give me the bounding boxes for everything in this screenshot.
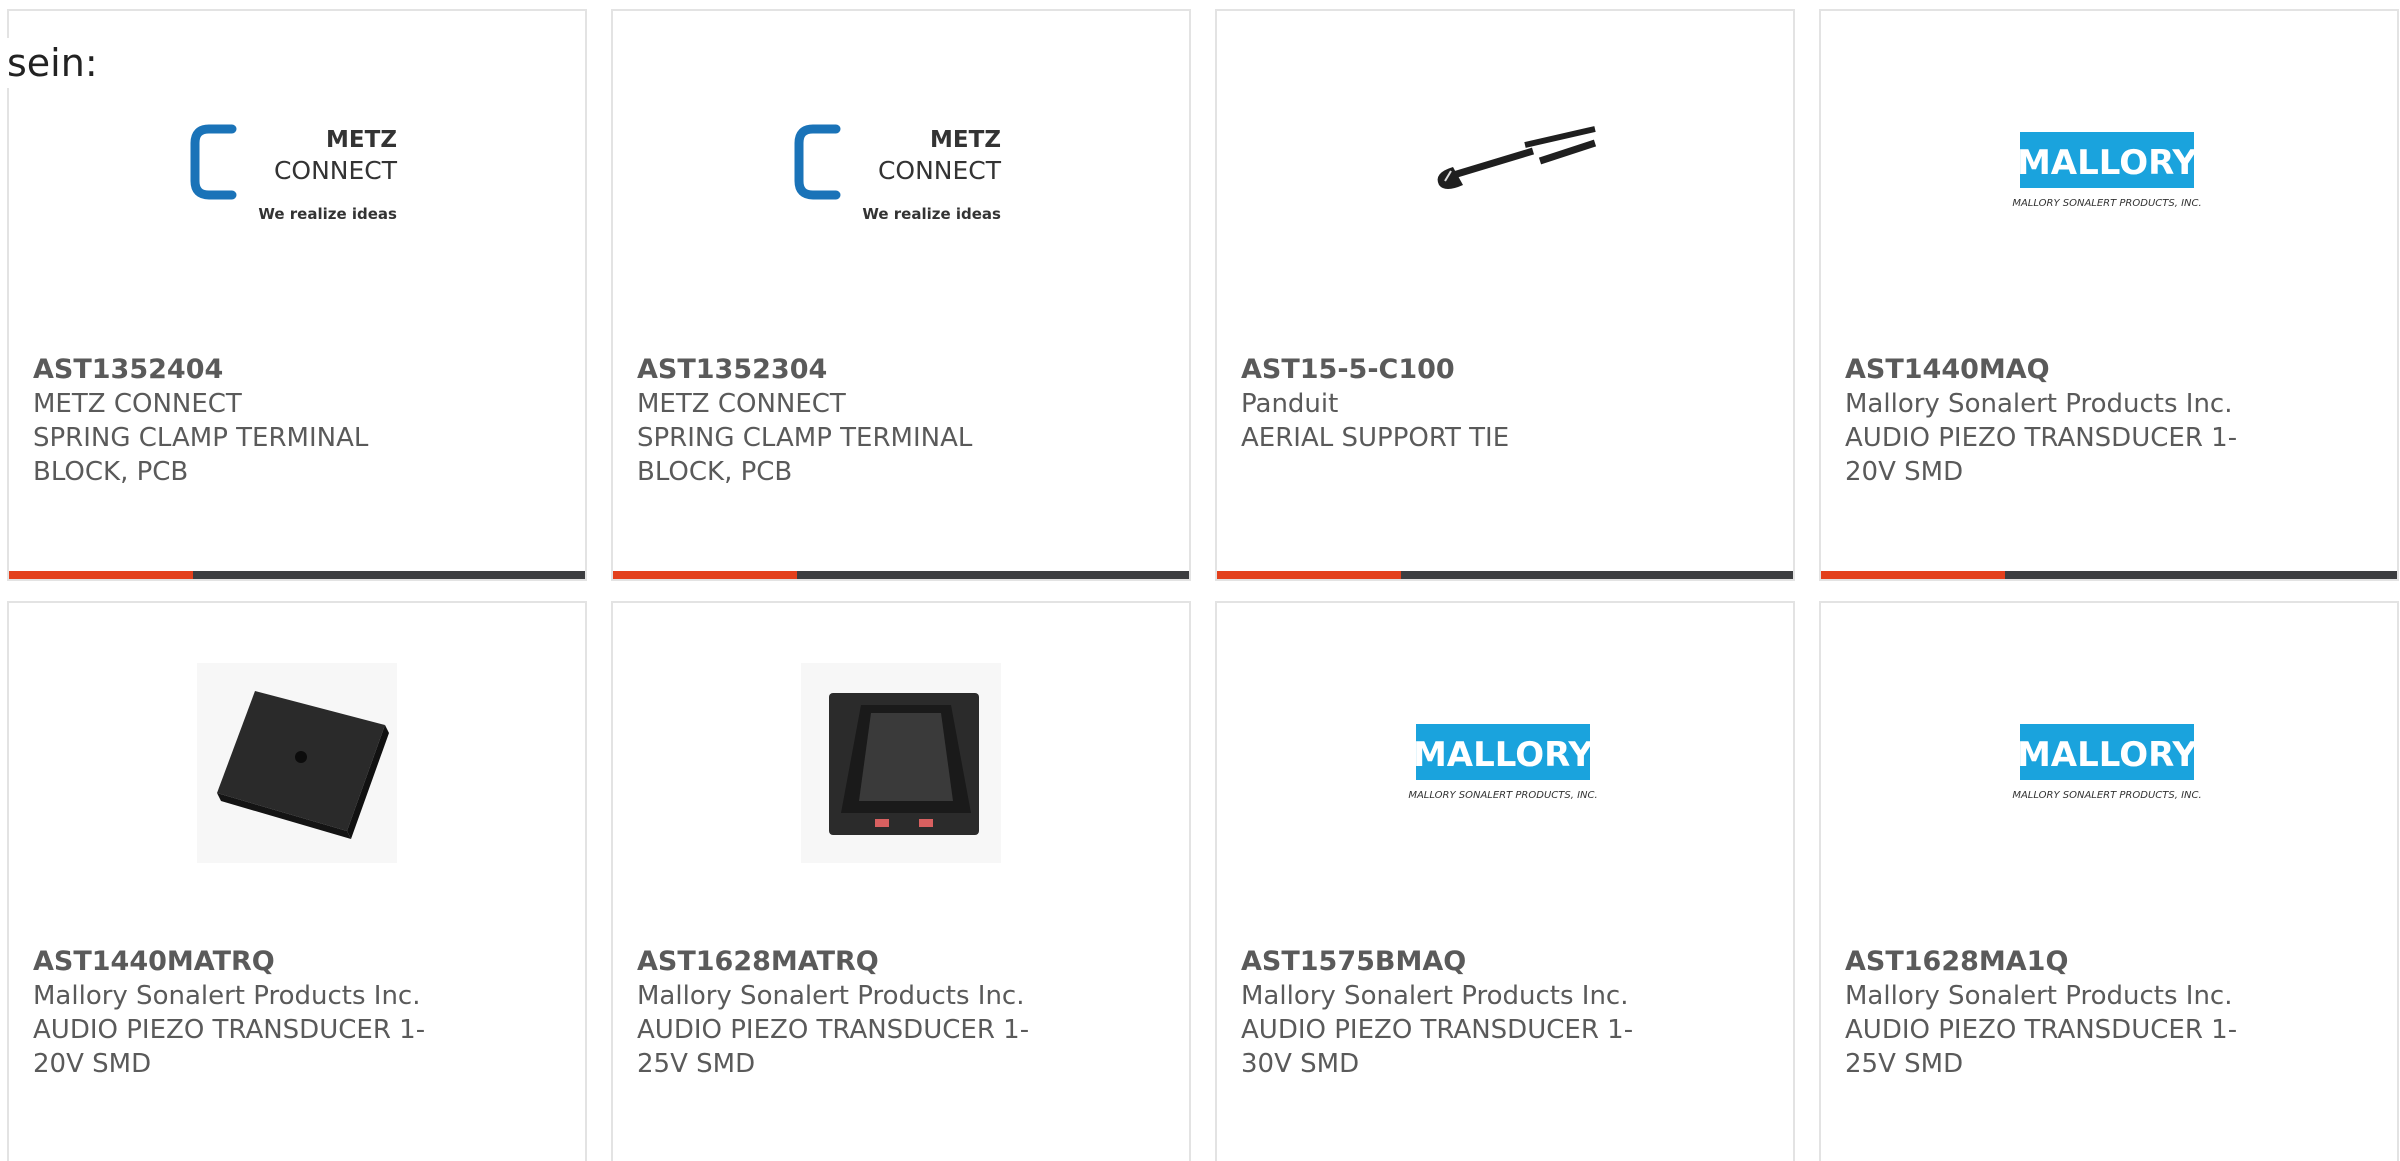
- overlay-text: sein:: [7, 38, 100, 88]
- description: AUDIO PIEZO TRANSDUCER 1-20V SMD: [33, 1015, 426, 1079]
- svg-text:CONNECT: CONNECT: [878, 156, 1002, 185]
- manufacturer: Mallory Sonalert Products Inc.: [1845, 981, 2233, 1011]
- product-info: AST1628MA1Q Mallory Sonalert Products In…: [1845, 945, 2275, 1081]
- part-number[interactable]: AST15-5-C100: [1241, 353, 1671, 387]
- description: AUDIO PIEZO TRANSDUCER 1-30V SMD: [1241, 1015, 1634, 1079]
- svg-text:MALLORY: MALLORY: [2017, 735, 2197, 775]
- product-info: AST1628MATRQ Mallory Sonalert Products I…: [637, 945, 1067, 1081]
- product-info: AST15-5-C100 Panduit AERIAL SUPPORT TIE: [1241, 353, 1671, 455]
- cable-tie-photo: [1217, 71, 1793, 271]
- product-card[interactable]: AST15-5-C100 Panduit AERIAL SUPPORT TIE: [1215, 9, 1795, 581]
- part-number[interactable]: AST1352404: [33, 353, 463, 387]
- mallory-logo: MALLORY MALLORY SONALERT PRODUCTS, INC.: [1821, 71, 2397, 271]
- manufacturer: METZ CONNECT: [33, 389, 242, 419]
- progress-fill: [613, 571, 798, 579]
- svg-text:MALLORY SONALERT PRODUCTS, INC: MALLORY SONALERT PRODUCTS, INC.: [1408, 790, 1597, 801]
- progress-bar: [1821, 571, 2397, 579]
- piezo-buzzer-photo: [9, 663, 585, 863]
- progress-fill: [9, 571, 194, 579]
- svg-text:MALLORY: MALLORY: [2017, 143, 2197, 183]
- manufacturer: Mallory Sonalert Products Inc.: [1845, 389, 2233, 419]
- product-info: AST1352404 METZ CONNECT SPRING CLAMP TER…: [33, 353, 463, 489]
- product-card[interactable]: MALLORY MALLORY SONALERT PRODUCTS, INC. …: [1215, 601, 1795, 1161]
- svg-text:MALLORY: MALLORY: [1413, 735, 1593, 775]
- mallory-logo: MALLORY MALLORY SONALERT PRODUCTS, INC.: [1821, 663, 2397, 863]
- description: SPRING CLAMP TERMINAL BLOCK, PCB: [637, 423, 973, 487]
- manufacturer: Mallory Sonalert Products Inc.: [1241, 981, 1629, 1011]
- product-grid: METZ CONNECT We realize ideas AST1352404…: [7, 9, 2399, 1161]
- svg-text:We realize ideas: We realize ideas: [862, 205, 1001, 223]
- product-info: AST1440MATRQ Mallory Sonalert Products I…: [33, 945, 463, 1081]
- part-number[interactable]: AST1440MATRQ: [33, 945, 463, 979]
- part-number[interactable]: AST1628MA1Q: [1845, 945, 2275, 979]
- product-info: AST1575BMAQ Mallory Sonalert Products In…: [1241, 945, 1671, 1081]
- product-card[interactable]: AST1440MATRQ Mallory Sonalert Products I…: [7, 601, 587, 1161]
- product-card[interactable]: METZ CONNECT We realize ideas AST1352304…: [611, 9, 1191, 581]
- part-number[interactable]: AST1575BMAQ: [1241, 945, 1671, 979]
- progress-fill: [1821, 571, 2006, 579]
- manufacturer: METZ CONNECT: [637, 389, 846, 419]
- product-card[interactable]: AST1628MATRQ Mallory Sonalert Products I…: [611, 601, 1191, 1161]
- manufacturer: Panduit: [1241, 389, 1339, 419]
- product-info: AST1440MAQ Mallory Sonalert Products Inc…: [1845, 353, 2275, 489]
- progress-bar: [1217, 571, 1793, 579]
- mallory-logo: MALLORY MALLORY SONALERT PRODUCTS, INC.: [1217, 663, 1793, 863]
- page: METZ CONNECT We realize ideas AST1352404…: [0, 0, 2400, 1161]
- product-card[interactable]: METZ CONNECT We realize ideas AST1352404…: [7, 9, 587, 581]
- svg-text:METZ: METZ: [326, 127, 397, 153]
- description: AUDIO PIEZO TRANSDUCER 1-25V SMD: [1845, 1015, 2238, 1079]
- progress-bar: [9, 571, 585, 579]
- description: AUDIO PIEZO TRANSDUCER 1-20V SMD: [1845, 423, 2238, 487]
- part-number[interactable]: AST1440MAQ: [1845, 353, 2275, 387]
- description: AERIAL SUPPORT TIE: [1241, 423, 1510, 453]
- progress-bar: [613, 571, 1189, 579]
- svg-text:METZ: METZ: [930, 127, 1001, 153]
- metz-connect-logo: METZ CONNECT We realize ideas: [9, 71, 585, 271]
- metz-connect-logo: METZ CONNECT We realize ideas: [613, 71, 1189, 271]
- description: SPRING CLAMP TERMINAL BLOCK, PCB: [33, 423, 369, 487]
- manufacturer: Mallory Sonalert Products Inc.: [637, 981, 1025, 1011]
- manufacturer: Mallory Sonalert Products Inc.: [33, 981, 421, 1011]
- piezo-transducer-photo: [613, 663, 1189, 863]
- product-card[interactable]: MALLORY MALLORY SONALERT PRODUCTS, INC. …: [1819, 601, 2399, 1161]
- part-number[interactable]: AST1628MATRQ: [637, 945, 1067, 979]
- part-number[interactable]: AST1352304: [637, 353, 1067, 387]
- svg-text:MALLORY SONALERT PRODUCTS, INC: MALLORY SONALERT PRODUCTS, INC.: [2012, 198, 2201, 209]
- svg-text:CONNECT: CONNECT: [274, 156, 398, 185]
- svg-text:We realize ideas: We realize ideas: [258, 205, 397, 223]
- product-info: AST1352304 METZ CONNECT SPRING CLAMP TER…: [637, 353, 1067, 489]
- description: AUDIO PIEZO TRANSDUCER 1-25V SMD: [637, 1015, 1030, 1079]
- progress-fill: [1217, 571, 1402, 579]
- svg-text:MALLORY SONALERT PRODUCTS, INC: MALLORY SONALERT PRODUCTS, INC.: [2012, 790, 2201, 801]
- product-card[interactable]: MALLORY MALLORY SONALERT PRODUCTS, INC. …: [1819, 9, 2399, 581]
